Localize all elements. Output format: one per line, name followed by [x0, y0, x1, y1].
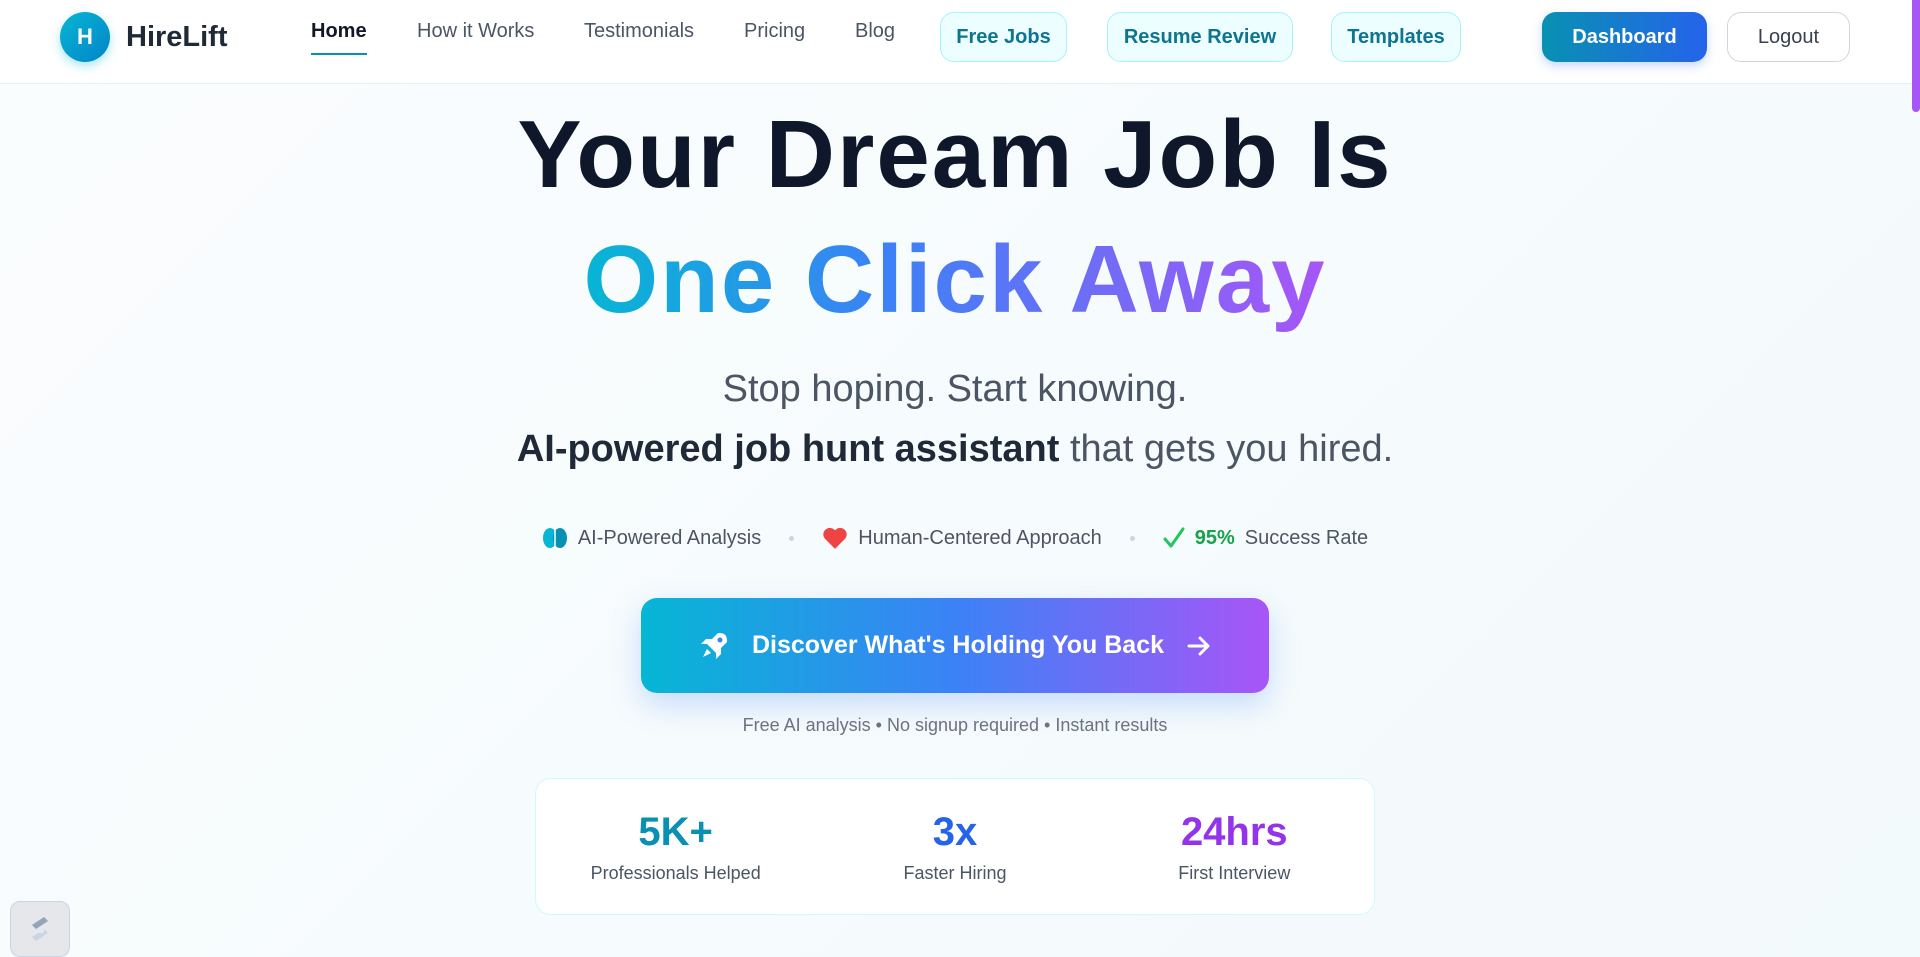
- page-scrollbar[interactable]: [1912, 0, 1920, 112]
- success-rate-value: 95%: [1194, 526, 1235, 549]
- check-icon: [1163, 527, 1185, 548]
- feature-human: Human-Centered Approach: [822, 526, 1102, 550]
- stat-label: Faster Hiring: [903, 862, 1007, 883]
- hero-tagline: AI-powered job hunt assistant that gets …: [0, 428, 1910, 471]
- dashboard-button[interactable]: Dashboard: [1542, 12, 1707, 62]
- stat-professionals: 5K+ Professionals Helped: [536, 779, 815, 914]
- brand-name: HireLift: [126, 20, 228, 53]
- stat-label: First Interview: [1178, 862, 1291, 883]
- cta-note: Free AI analysis • No signup required • …: [742, 715, 1168, 735]
- stat-label: Professionals Helped: [590, 862, 761, 883]
- stat-value: 24hrs: [1180, 809, 1288, 854]
- feature-list: AI-Powered Analysis Human-Centered Appro…: [0, 526, 1910, 550]
- site-header: H HireLift Home How it Works Testimonial…: [0, 0, 1920, 84]
- logo-mark: H: [60, 12, 110, 62]
- arrow-right-icon: [1187, 636, 1210, 655]
- logout-button[interactable]: Logout: [1727, 12, 1850, 62]
- free-jobs-button[interactable]: Free Jobs: [940, 12, 1067, 62]
- templates-button[interactable]: Templates: [1331, 12, 1461, 62]
- stat-value: 3x: [932, 809, 978, 854]
- hero-tagline-rest: that gets you hired.: [1059, 428, 1394, 470]
- hero-subtitle: Stop hoping. Start knowing.: [722, 368, 1188, 410]
- stat-faster-hiring: 3x Faster Hiring: [815, 779, 1094, 914]
- feature-ai-label: AI-Powered Analysis: [577, 526, 762, 549]
- discover-cta-label: Discover What's Holding You Back: [751, 631, 1165, 659]
- success-rate-label: Success Rate: [1244, 526, 1369, 549]
- hero-title-gradient-text: One Click Away: [583, 226, 1327, 333]
- hero-title-line1: Your Dream Job Is: [517, 101, 1393, 208]
- rocket-icon: [700, 632, 727, 659]
- discover-cta-button[interactable]: Discover What's Holding You Back: [641, 598, 1269, 693]
- hero-tagline-bold: AI-powered job hunt assistant: [516, 428, 1060, 470]
- nav-how-it-works[interactable]: How it Works: [417, 20, 534, 53]
- feature-ai: AI-Powered Analysis: [542, 526, 761, 550]
- stat-first-interview: 24hrs First Interview: [1095, 779, 1374, 914]
- nav-blog[interactable]: Blog: [855, 20, 895, 53]
- widget-glyph-icon: [32, 917, 48, 941]
- feature-success-rate: 95% Success Rate: [1163, 526, 1368, 550]
- resume-review-button[interactable]: Resume Review: [1107, 12, 1293, 62]
- stats-card: 5K+ Professionals Helped 3x Faster Hirin…: [535, 778, 1375, 915]
- separator-dot: [1129, 535, 1135, 541]
- separator-dot: [789, 535, 795, 541]
- nav-pricing[interactable]: Pricing: [744, 20, 805, 53]
- nav-testimonials[interactable]: Testimonials: [584, 20, 694, 53]
- feature-human-label: Human-Centered Approach: [858, 526, 1102, 549]
- brain-icon: [542, 528, 567, 548]
- hero-title-line2: One Click Away: [0, 225, 1910, 335]
- brand-logo[interactable]: H HireLift: [60, 12, 228, 62]
- heart-icon: [823, 527, 847, 549]
- nav-home[interactable]: Home: [311, 20, 367, 55]
- app-widget-icon[interactable]: [10, 901, 70, 957]
- stat-value: 5K+: [638, 809, 713, 854]
